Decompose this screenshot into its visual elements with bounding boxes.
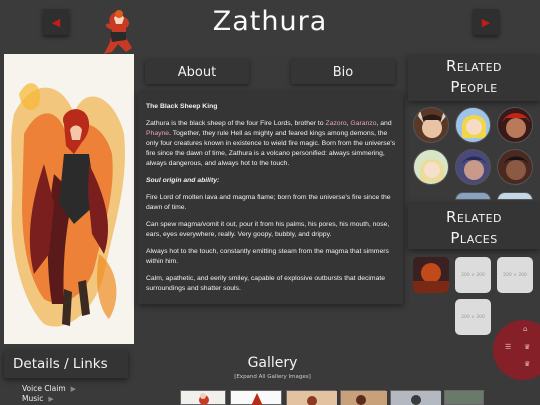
related-person-avatar[interactable] bbox=[455, 149, 491, 185]
details-links-title: Details / Links bbox=[13, 356, 108, 372]
related-person-avatar[interactable] bbox=[413, 107, 449, 143]
gallery-thumbnail[interactable] bbox=[390, 390, 441, 405]
avatar-image bbox=[504, 156, 528, 180]
quick-nav-wheel[interactable] bbox=[493, 320, 540, 380]
page-title: Zathura bbox=[212, 6, 328, 37]
related-places-line2: Places bbox=[450, 229, 498, 247]
menu-icon[interactable]: ☰ bbox=[505, 343, 511, 351]
tab-bio[interactable]: Bio bbox=[291, 60, 395, 84]
play-arrow-icon: ▶ bbox=[48, 395, 54, 403]
details-link-label: Voice Claim bbox=[22, 384, 66, 393]
gallery-thumbnail[interactable] bbox=[444, 390, 484, 405]
gallery-thumbnail[interactable] bbox=[230, 390, 282, 405]
next-arrow-icon: ▶ bbox=[481, 15, 491, 29]
about-paragraph-3: Can spew magma/vomit it out, pour it fro… bbox=[146, 221, 390, 238]
link-phayne[interactable]: Phayne bbox=[146, 130, 169, 137]
header: ◀ Zathura ▶ bbox=[0, 0, 540, 55]
related-places-title: Related Places bbox=[408, 207, 540, 249]
related-person-avatar[interactable] bbox=[497, 149, 533, 185]
gallery-thumbnail[interactable] bbox=[340, 390, 387, 405]
details-links-header: Details / Links bbox=[4, 350, 128, 378]
about-paragraph-1: Zathura is the black sheep of the four F… bbox=[146, 119, 397, 169]
place-image bbox=[413, 257, 449, 293]
chibi-character-image bbox=[104, 10, 132, 54]
related-person-avatar[interactable] bbox=[455, 107, 491, 143]
related-people-line2: People bbox=[450, 78, 498, 96]
avatar-image bbox=[462, 115, 486, 138]
about-p1-text: Zathura is the black sheep of the four F… bbox=[146, 120, 326, 127]
related-place-placeholder[interactable]: 200 × 200 bbox=[455, 257, 491, 293]
related-place-placeholder[interactable]: 200 × 200 bbox=[497, 257, 533, 293]
about-heading: The Black Sheep King bbox=[146, 103, 218, 110]
related-person-avatar[interactable] bbox=[497, 192, 533, 200]
related-place-placeholder[interactable]: 200 × 200 bbox=[455, 299, 491, 335]
gallery-image bbox=[251, 393, 263, 405]
tab-about[interactable]: About bbox=[145, 60, 249, 84]
home-icon[interactable]: ⌂ bbox=[523, 325, 527, 333]
gallery-image bbox=[341, 391, 387, 405]
details-link-music[interactable]: Music ▶ bbox=[22, 394, 54, 403]
about-p1-and: and bbox=[380, 120, 392, 127]
gallery-title: Gallery bbox=[247, 355, 298, 371]
avatar-image bbox=[462, 156, 486, 180]
gallery-image bbox=[391, 391, 441, 405]
link-zazoro[interactable]: Zazoro bbox=[325, 120, 346, 127]
next-character-button[interactable]: ▶ bbox=[473, 9, 499, 35]
avatar-image bbox=[420, 159, 444, 182]
related-place-thumbnail[interactable] bbox=[413, 257, 449, 293]
crown-icon[interactable]: ♛ bbox=[524, 360, 530, 368]
expand-gallery-link[interactable]: [Expand All Gallery Images] bbox=[140, 374, 405, 380]
avatar-image bbox=[502, 113, 530, 138]
gallery-image bbox=[287, 391, 337, 405]
related-person-avatar[interactable] bbox=[413, 149, 449, 185]
about-content: The Black Sheep King Zathura is the blac… bbox=[138, 92, 403, 304]
related-places-line1: Related bbox=[445, 208, 503, 226]
portrait-artwork bbox=[4, 54, 134, 344]
about-paragraph-5: Calm, apathetic, and eerily smiley, capa… bbox=[146, 275, 386, 292]
related-person-avatar[interactable] bbox=[497, 107, 533, 143]
about-paragraph-2: Fire Lord of molten lava and magma flame… bbox=[146, 194, 391, 211]
avatar-image bbox=[418, 110, 446, 138]
details-link-voice-claim[interactable]: Voice Claim ▶ bbox=[22, 384, 76, 393]
about-p1-rest: . Together, they rule Hell as mighty and… bbox=[146, 130, 396, 167]
related-people-line1: Related bbox=[445, 57, 503, 75]
related-person-avatar[interactable] bbox=[455, 192, 491, 200]
gallery-thumbnail[interactable] bbox=[180, 390, 226, 405]
crown-icon[interactable]: ♛ bbox=[524, 343, 530, 351]
link-garanzo[interactable]: Garanzo bbox=[350, 120, 376, 127]
character-portrait[interactable] bbox=[4, 54, 134, 344]
related-people-title: Related People bbox=[408, 56, 540, 98]
play-arrow-icon: ▶ bbox=[70, 385, 77, 393]
gallery-thumbnail[interactable] bbox=[286, 390, 337, 405]
about-paragraph-4: Always hot to the touch, constantly emit… bbox=[146, 248, 389, 265]
gallery-image bbox=[199, 393, 209, 405]
about-p1-sep2: , bbox=[376, 120, 379, 127]
about-subheading: Soul origin and ability: bbox=[146, 177, 220, 184]
details-link-label: Music bbox=[22, 394, 44, 403]
